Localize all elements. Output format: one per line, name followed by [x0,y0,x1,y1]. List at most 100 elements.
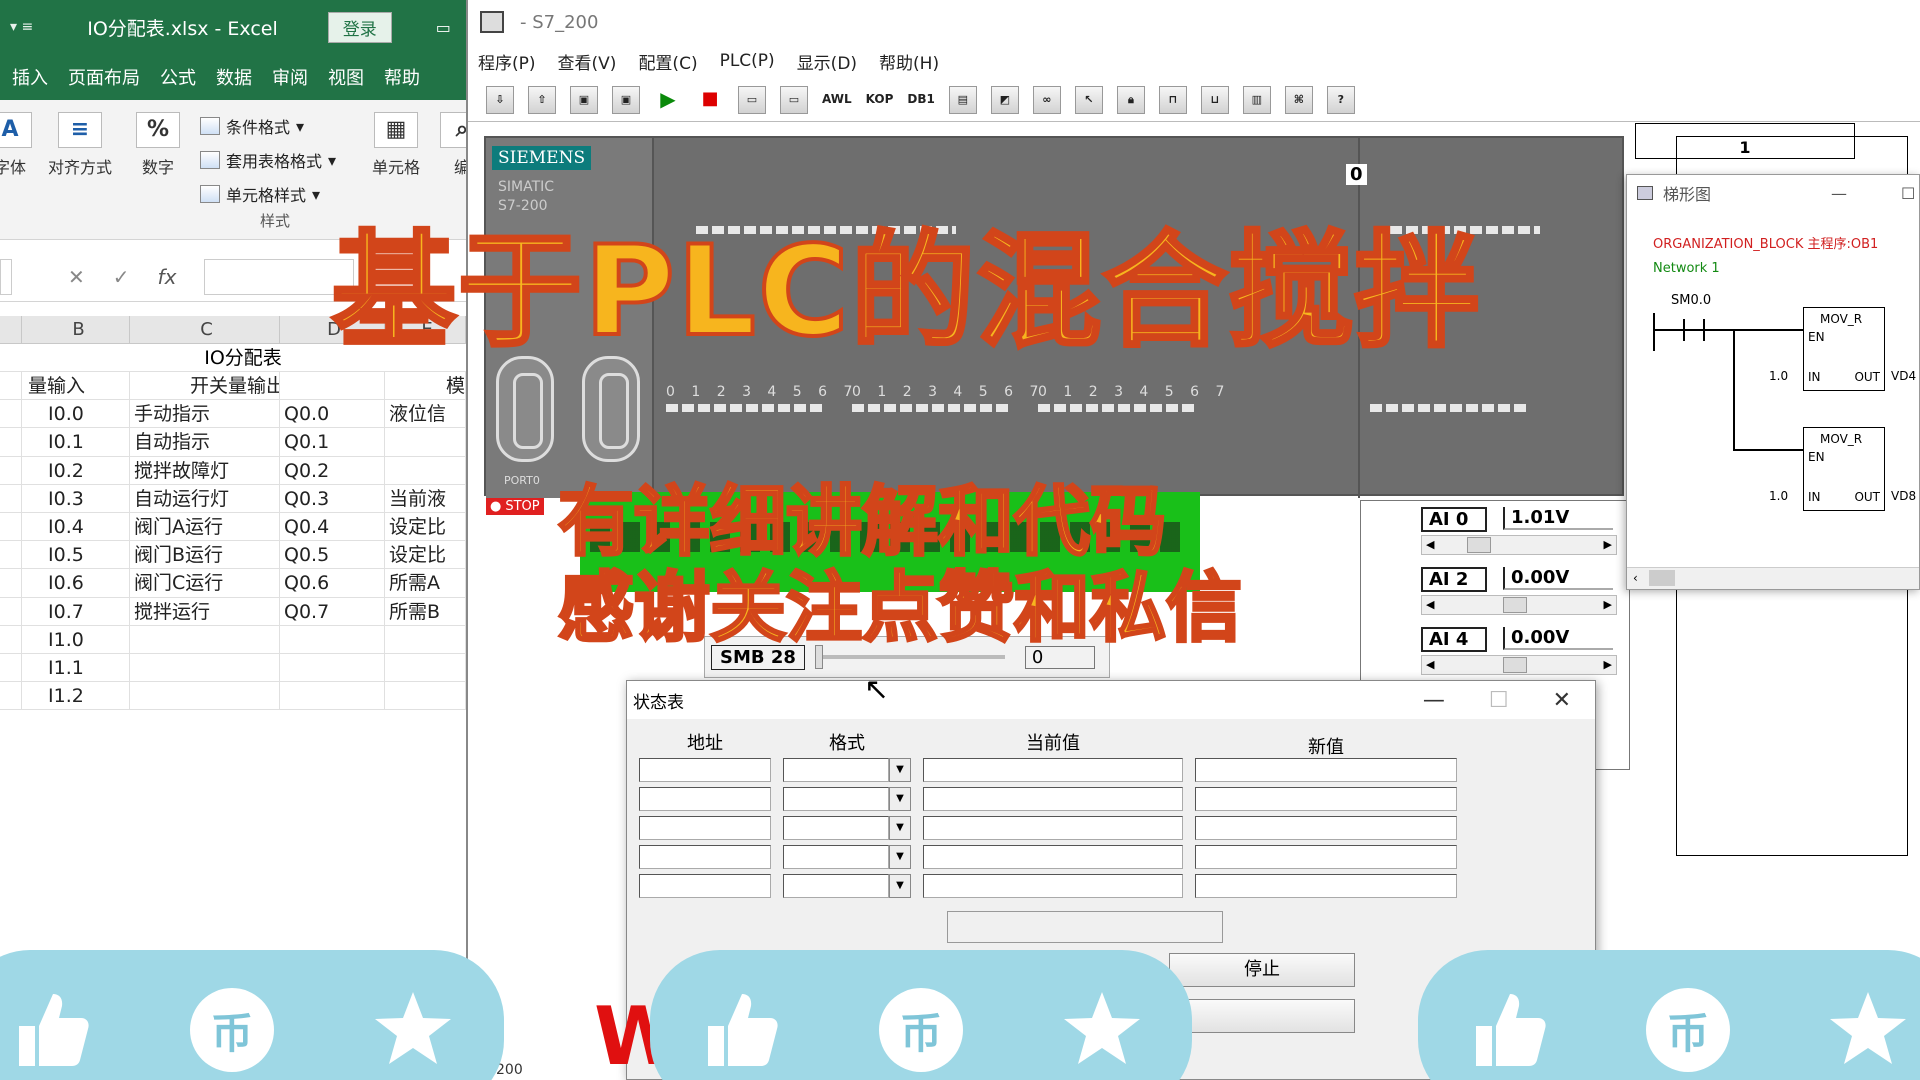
table-cell[interactable]: Q0.4 [280,512,385,541]
table-cell[interactable]: 所需A [385,569,466,597]
scroll-left-icon[interactable]: ◀ [1426,658,1434,671]
address-input[interactable] [639,873,771,898]
chevron-down-icon[interactable]: ▼ [889,844,911,869]
table-cell[interactable]: Q0.7 [280,597,385,625]
table-cell[interactable]: 阀门B运行 [130,541,280,569]
module-icon[interactable]: ▣ [612,85,640,114]
table-cell[interactable]: 设定比 [385,512,466,541]
table-cell[interactable] [130,653,280,682]
name-box[interactable] [0,258,12,295]
menu-program[interactable]: 程序(P) [478,49,536,74]
chevron-down-icon[interactable]: ▼ [889,815,911,840]
tab-review[interactable]: 审阅 [272,64,308,90]
menu-config[interactable]: 配置(C) [638,49,697,74]
table-cell[interactable]: I1.1 [22,653,130,682]
coin-icon[interactable]: 币 [876,985,966,1075]
table-cell[interactable]: 阀门C运行 [130,569,280,597]
table-cell[interactable] [130,625,280,653]
table-format-button[interactable]: 套用表格格式 ▾ [200,148,336,172]
thumbs-up-icon[interactable] [1463,985,1553,1075]
tab-page-layout[interactable]: 页面布局 [68,64,140,90]
table-cell[interactable] [280,625,385,653]
table-cell[interactable]: I0.5 [22,541,130,569]
format-select[interactable]: ▼ [783,815,911,840]
ai-slider[interactable]: ◀ ▶ [1421,655,1617,675]
coin-icon[interactable]: 币 [1643,985,1733,1075]
table-cell[interactable]: 手动指示 [130,400,280,428]
ai-slider[interactable]: ◀ ▶ [1421,595,1617,615]
font-button[interactable]: A 字体 [0,112,32,178]
table-cell[interactable]: 所需B [385,597,466,625]
tab-insert[interactable]: 插入 [12,64,48,90]
table-cell[interactable]: 搅拌运行 [130,597,280,625]
mov-r-block-1[interactable]: MOV_R EN IN OUT [1803,307,1885,391]
pointer-icon[interactable]: ↖ [1074,85,1103,114]
scroll-left-icon[interactable]: ◀ [1426,598,1434,611]
maximize-icon[interactable]: ☐ [1901,184,1915,203]
mov-r-block-2[interactable]: MOV_R EN IN OUT [1803,427,1885,511]
menu-view[interactable]: 查看(V) [558,49,617,74]
stop-button[interactable]: 停止 [1169,953,1355,987]
table-cell[interactable]: 量输入 [22,372,130,400]
maximize-icon[interactable]: ☐ [1489,688,1509,713]
column-header-b[interactable]: B [22,316,130,343]
table-cell[interactable]: Q0.2 [280,456,385,484]
glasses-icon[interactable]: ∞ [1032,85,1061,114]
ladder-horizontal-scrollbar[interactable]: ‹ [1627,567,1919,589]
format-select-field[interactable] [783,786,889,811]
ai-slider-thumb[interactable] [1502,657,1527,673]
cpu-icon[interactable]: ▣ [570,85,598,114]
kop-button[interactable]: KOP [866,86,894,114]
function-icon[interactable]: fx [158,265,177,289]
table-cell[interactable]: 搅拌故障灯 [130,456,280,484]
address-input[interactable] [639,786,771,811]
lock-icon[interactable]: 🔒︎ [1116,85,1145,114]
chevron-down-icon[interactable]: ▼ [889,786,911,811]
column-header-c[interactable]: C [130,316,280,343]
minimize-icon[interactable]: — [1423,688,1445,713]
format-select[interactable]: ▼ [783,873,911,898]
table-cell[interactable]: 开关量输出 [130,372,280,400]
td200-icon[interactable]: ▥ [1242,85,1271,114]
table-cell[interactable]: 模 [385,372,466,400]
table-cell[interactable]: Q0.0 [280,400,385,428]
chevron-down-icon[interactable]: ▼ [889,873,911,898]
table-cell[interactable]: I0.3 [22,484,130,512]
scroll-right-icon[interactable]: ▶ [1604,538,1612,551]
ai-slider[interactable]: ◀ ▶ [1421,535,1617,555]
minimize-icon[interactable]: — [1831,184,1847,203]
menu-plc[interactable]: PLC(P) [720,51,775,71]
ai-slider-thumb[interactable] [1467,537,1492,553]
conditional-format-button[interactable]: 条件格式 ▾ [200,114,304,138]
quick-access-dropdown-icon[interactable]: ▾ ≡ [10,19,33,35]
table-cell[interactable] [385,625,466,653]
table-cell[interactable] [280,653,385,682]
cell-style-button[interactable]: 单元格样式 ▾ [200,182,320,206]
thumbs-up-icon[interactable] [695,985,785,1075]
table-cell[interactable]: 自动指示 [130,428,280,456]
thumbs-up-icon[interactable] [6,985,96,1075]
table-cell[interactable]: Q0.1 [280,428,385,456]
cancel-icon[interactable]: ✕ [68,265,85,289]
format-select-field[interactable] [783,844,889,869]
format-select-field[interactable] [783,873,889,898]
save-icon[interactable]: ⇧ [528,85,556,114]
load-icon[interactable]: ⇩ [486,85,514,114]
number-button[interactable]: % 数字 [136,112,180,178]
table-cell[interactable]: I0.6 [22,569,130,597]
format-select-field[interactable] [783,815,889,840]
table-cell[interactable] [130,682,280,710]
table-cell[interactable]: 自动运行灯 [130,484,280,512]
ai-slider-thumb[interactable] [1502,597,1527,613]
tab-view[interactable]: 视图 [328,64,364,90]
scroll-right-icon[interactable]: ▶ [1604,598,1612,611]
table-cell[interactable]: I0.7 [22,597,130,625]
chevron-down-icon[interactable]: ▼ [889,757,911,782]
new-value-input[interactable] [1195,873,1457,898]
table-cell[interactable]: 设定比 [385,541,466,569]
format-select-field[interactable] [783,757,889,782]
monitor-off-icon[interactable]: ▭ [780,85,808,114]
ribbon-display-icon[interactable]: ▭ [436,18,451,37]
table-cell[interactable]: 液位信 [385,400,466,428]
scroll-right-icon[interactable]: ▶ [1604,658,1612,671]
